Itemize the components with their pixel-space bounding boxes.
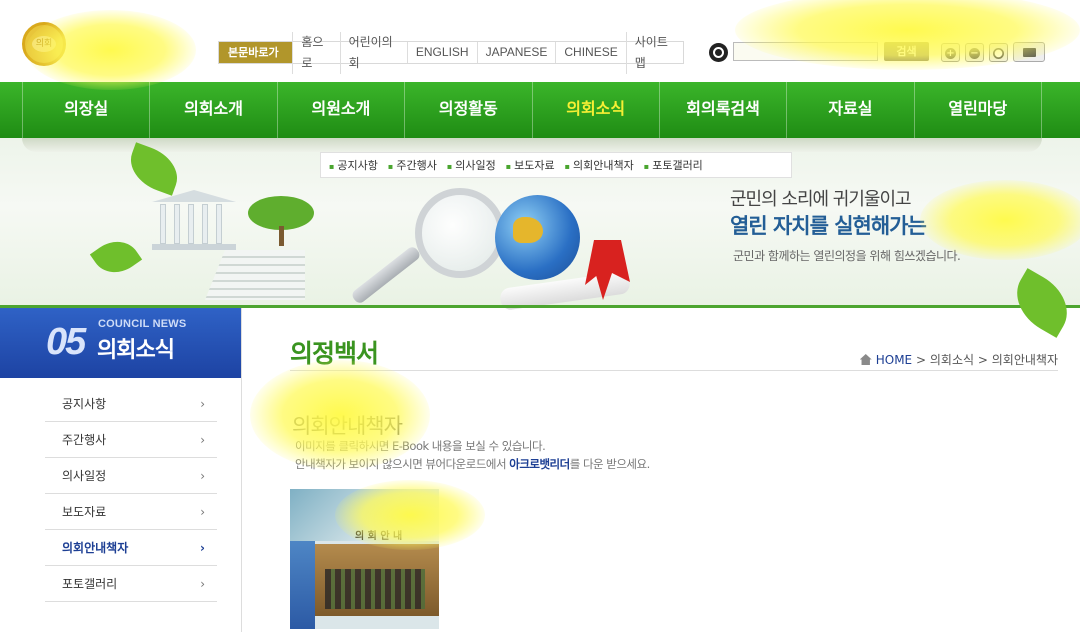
submenu-item-press[interactable]: 보도자료 <box>506 157 554 173</box>
zoom-out-button[interactable]: − <box>965 43 984 62</box>
submenu-item-schedule[interactable]: 의사일정 <box>447 157 495 173</box>
zoom-reset-button[interactable]: ● <box>989 43 1008 62</box>
search-button[interactable]: 검색 <box>884 42 929 61</box>
chevron-right-icon: › <box>200 468 205 483</box>
submenu-item-guidebook[interactable]: 의회안내책자 <box>565 157 634 173</box>
sidebar-item-label: 보도자료 <box>62 505 107 519</box>
nav-item-speaker[interactable]: 의장실 <box>22 82 149 138</box>
top-bar: 의회 본문바로가기 홈으로 어린이의회 ENGLISH JAPANESE CHI… <box>0 0 1080 82</box>
submenu-item-photo-gallery[interactable]: 포토갤러리 <box>644 157 703 173</box>
breadcrumb: HOME > 의회소식 > 의회안내책자 <box>859 351 1058 368</box>
nav-item-members[interactable]: 의원소개 <box>276 82 404 138</box>
chevron-right-icon: › <box>200 576 205 591</box>
guidebook-cover-thumbnail[interactable]: 의 회 안 내 <box>290 489 439 629</box>
search-icon <box>709 43 728 62</box>
ebook-instruction-text: 이미지를 클릭하시면 E-Book 내용을 보실 수 있습니다. <box>295 439 546 453</box>
nav-dropdown-shelf <box>22 138 1042 152</box>
zoom-reset-icon: ● <box>993 48 1004 59</box>
print-button[interactable] <box>1013 42 1045 62</box>
page-title: 의정백서 <box>290 339 379 368</box>
council-chamber-photo <box>315 544 439 616</box>
sidebar-item-label: 포토갤러리 <box>62 577 118 591</box>
sidebar-item-label: 주간행사 <box>62 433 107 447</box>
breadcrumb-current: 의회안내책자 <box>991 353 1058 367</box>
sidebar-item-schedule[interactable]: 의사일정 › <box>45 458 217 494</box>
main-nav: 의장실 의회소개 의원소개 의정활동 의회소식 회의록검색 자료실 열린마당 <box>0 82 1080 138</box>
utility-nav: 본문바로가기 홈으로 어린이의회 ENGLISH JAPANESE CHINES… <box>218 31 684 80</box>
section-title-en: COUNCIL NEWS <box>98 318 187 330</box>
building-illustration <box>152 190 236 250</box>
magnifier-icon <box>415 188 505 278</box>
globe-illustration <box>495 195 580 280</box>
util-link-english[interactable]: ENGLISH <box>406 42 477 63</box>
chevron-right-icon: › <box>200 540 205 555</box>
search-input[interactable] <box>733 42 878 61</box>
util-link-sitemap[interactable]: 사이트맵 <box>625 31 683 74</box>
sidebar-item-label: 의사일정 <box>62 469 107 483</box>
nav-item-minutes-search[interactable]: 회의록검색 <box>658 82 786 138</box>
submenu-item-notices[interactable]: 공지사항 <box>329 157 377 173</box>
zoom-in-button[interactable]: + <box>941 43 960 62</box>
chevron-right-icon: › <box>200 504 205 519</box>
banner-slogan-line1: 군민의 소리에 귀기울이고 <box>730 189 912 210</box>
breadcrumb-separator: > <box>977 352 988 367</box>
nav-item-archive[interactable]: 자료실 <box>786 82 913 138</box>
nav-item-open-forum[interactable]: 열린마당 <box>913 82 1042 138</box>
section-number: 05 <box>46 321 86 363</box>
util-link-home[interactable]: 홈으로 <box>292 31 339 74</box>
sidebar-item-label: 공지사항 <box>62 397 107 411</box>
breadcrumb-level1-link[interactable]: 의회소식 <box>930 351 974 368</box>
book-cover-title: 의 회 안 내 <box>355 531 403 542</box>
logo-text: 의회 <box>32 36 56 52</box>
tree-illustration <box>248 196 314 230</box>
sidebar-menu: 공지사항 › 주간행사 › 의사일정 › 보도자료 › 의회안내책자 › 포토갤… <box>45 386 217 602</box>
council-logo[interactable]: 의회 <box>22 22 66 66</box>
tree-trunk-illustration <box>279 226 284 246</box>
sidebar-divider <box>241 308 242 632</box>
sidebar-item-press[interactable]: 보도자료 › <box>45 494 217 530</box>
sidebar-item-notices[interactable]: 공지사항 › <box>45 386 217 422</box>
viewer-download-text: 안내책자가 보이지 않으시면 뷰어다운로드에서 아크로뱃리더를 다운 받으세요. <box>295 457 650 471</box>
nav-item-council-news[interactable]: 의회소식 <box>531 82 659 138</box>
sub-menu: 공지사항 주간행사 의사일정 보도자료 의회안내책자 포토갤러리 <box>320 152 792 178</box>
nav-item-activities[interactable]: 의정활동 <box>404 82 531 138</box>
zoom-in-icon: + <box>945 48 956 59</box>
acrobat-reader-link[interactable]: 아크로뱃리더 <box>509 457 570 471</box>
title-divider <box>290 370 1058 371</box>
chevron-right-icon: › <box>200 432 205 447</box>
nav-item-about-council[interactable]: 의회소개 <box>149 82 276 138</box>
skip-to-content-link[interactable]: 본문바로가기 <box>219 42 293 80</box>
chevron-right-icon: › <box>200 396 205 411</box>
submenu-item-weekly-events[interactable]: 주간행사 <box>388 157 436 173</box>
sidebar-item-label: 의회안내책자 <box>62 541 129 555</box>
book-cover-stripe <box>290 541 315 629</box>
sidebar-item-weekly-events[interactable]: 주간행사 › <box>45 422 217 458</box>
sidebar-item-guidebook[interactable]: 의회안내책자 › <box>45 530 217 566</box>
breadcrumb-separator: > <box>915 352 927 367</box>
sidebar-item-photo-gallery[interactable]: 포토갤러리 › <box>45 566 217 602</box>
content-heading: 의회안내책자 <box>292 414 403 438</box>
section-title: 의회소식 <box>97 338 175 363</box>
banner-slogan-line3: 군민과 함께하는 열린의정을 위해 힘쓰겠습니다. <box>733 249 961 263</box>
breadcrumb-home-link[interactable]: HOME <box>876 353 912 367</box>
util-link-kids-council[interactable]: 어린이의회 <box>339 31 407 74</box>
banner-slogan-line2: 열린 자치를 실현해가는 <box>730 213 927 238</box>
util-link-japanese[interactable]: JAPANESE <box>476 42 556 63</box>
util-link-chinese[interactable]: CHINESE <box>555 42 625 63</box>
zoom-out-icon: − <box>969 48 980 59</box>
home-icon <box>859 354 872 365</box>
